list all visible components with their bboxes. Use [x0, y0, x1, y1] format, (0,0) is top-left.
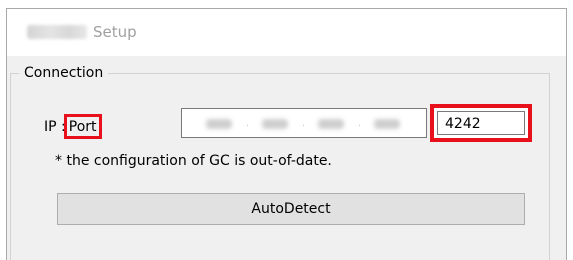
ip-port-label: IP : Port: [44, 114, 102, 139]
ip-dot-separator: .: [246, 118, 250, 129]
ip-octet-3-redacted: [318, 119, 344, 129]
out-of-date-note: * the configuration of GC is out-of-date…: [55, 153, 332, 169]
port-input-highlight: 4242: [430, 104, 532, 142]
autodetect-button[interactable]: AutoDetect: [57, 193, 525, 225]
ip-address-input[interactable]: . . .: [181, 108, 427, 138]
screenshot-canvas: Setup Connection IP : Port . . . 4242 * t…: [0, 0, 573, 260]
ip-label: IP: [44, 119, 57, 135]
port-input[interactable]: 4242: [437, 111, 525, 135]
ip-octet-4-redacted: [374, 119, 400, 129]
ip-dot-separator: .: [358, 118, 362, 129]
ip-dot-separator: .: [302, 118, 306, 129]
port-label: Port: [68, 119, 97, 135]
ip-octet-1-redacted: [206, 119, 232, 129]
port-label-highlight: Port: [63, 114, 102, 139]
title-bar: Setup: [7, 9, 566, 56]
app-name-redacted: [27, 25, 87, 39]
ip-octet-2-redacted: [262, 119, 288, 129]
window-title: Setup: [93, 23, 137, 41]
connection-group-label: Connection: [19, 64, 109, 82]
